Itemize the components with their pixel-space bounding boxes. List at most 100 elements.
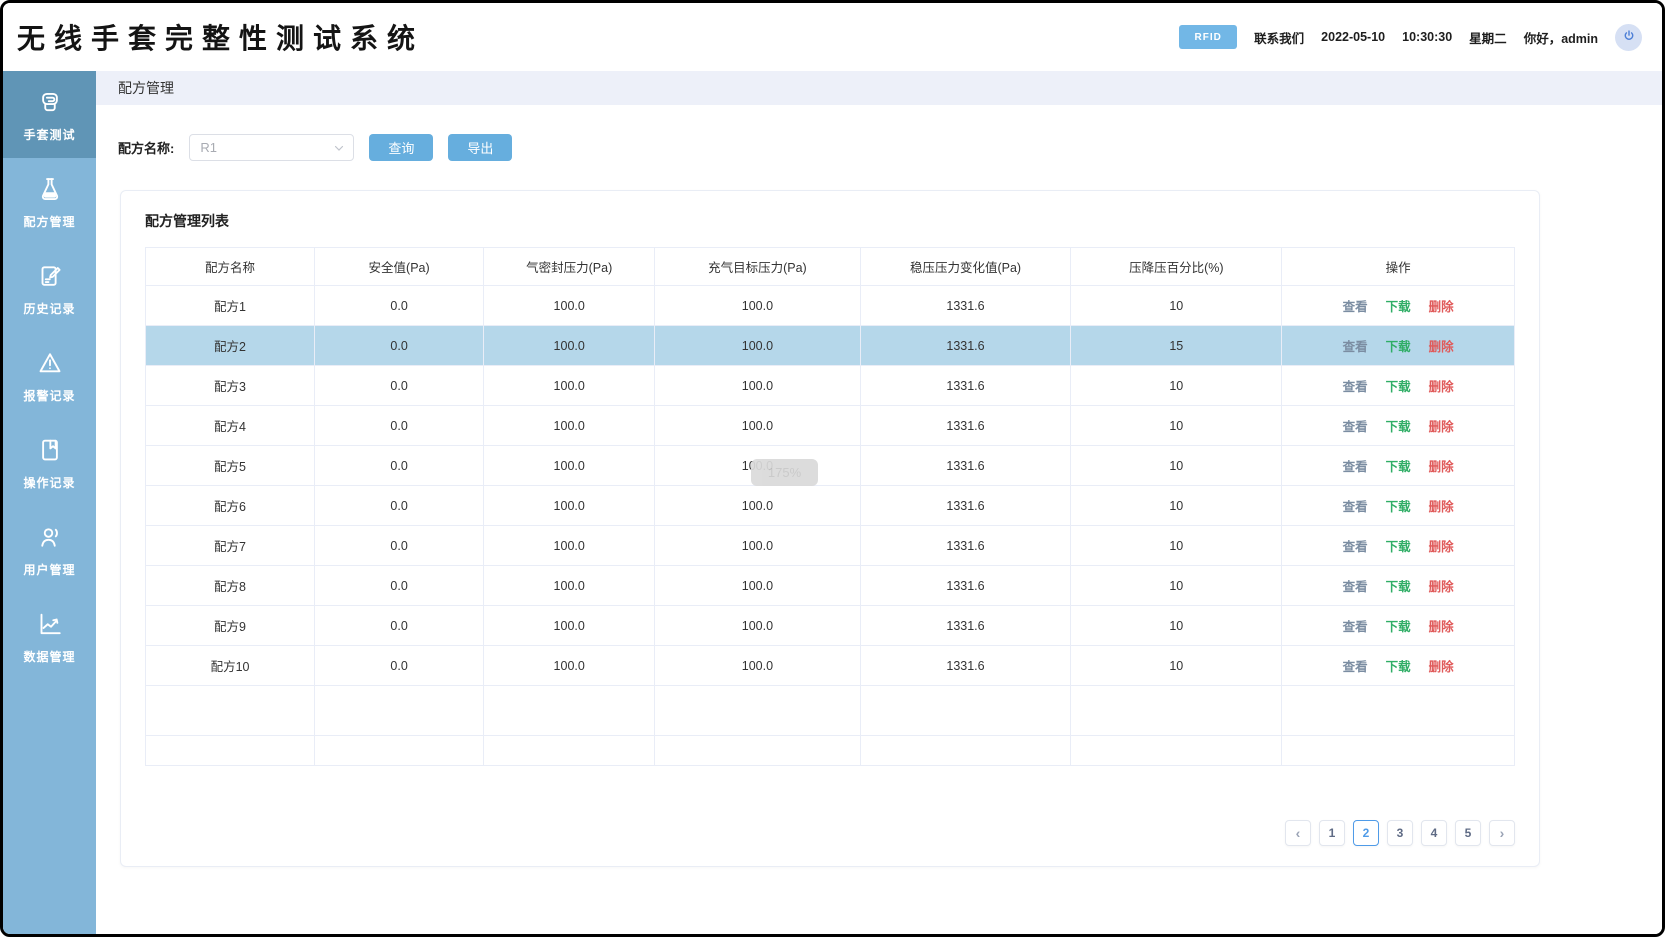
download-link[interactable]: 下载 bbox=[1386, 300, 1411, 314]
cell-change: 1331.6 bbox=[860, 486, 1071, 526]
table-row[interactable]: 配方100.0100.0100.01331.610查看下载删除 bbox=[146, 646, 1515, 686]
download-link[interactable]: 下载 bbox=[1386, 500, 1411, 514]
view-link[interactable]: 查看 bbox=[1343, 660, 1368, 674]
delete-link[interactable]: 删除 bbox=[1429, 540, 1454, 554]
cell-change: 1331.6 bbox=[860, 366, 1071, 406]
sidebar-item-recipe-management[interactable]: 配方管理 bbox=[3, 158, 96, 245]
cell-percent: 10 bbox=[1071, 526, 1282, 566]
download-link[interactable]: 下载 bbox=[1386, 380, 1411, 394]
contact-link[interactable]: 联系我们 bbox=[1254, 28, 1304, 47]
download-link[interactable]: 下载 bbox=[1386, 660, 1411, 674]
cell-name: 配方6 bbox=[146, 486, 315, 526]
sidebar-item-operation-records[interactable]: 操作记录 bbox=[3, 419, 96, 506]
cell-target: 100.0 bbox=[655, 526, 860, 566]
recipe-name-select[interactable]: R1 bbox=[189, 134, 354, 161]
power-icon bbox=[1622, 29, 1636, 46]
sidebar-item-glove-test[interactable]: 手套测试 bbox=[3, 71, 96, 158]
sidebar-item-alarm-records[interactable]: 报警记录 bbox=[3, 332, 96, 419]
cell-percent: 10 bbox=[1071, 486, 1282, 526]
cell-target: 100.0 bbox=[655, 366, 860, 406]
delete-link[interactable]: 删除 bbox=[1429, 300, 1454, 314]
column-header: 配方名称 bbox=[146, 248, 315, 286]
pagination-page-1[interactable]: 1 bbox=[1319, 820, 1345, 846]
table-row[interactable]: 配方40.0100.0100.01331.610查看下载删除 bbox=[146, 406, 1515, 446]
cell-safety: 0.0 bbox=[315, 406, 484, 446]
cell-change: 1331.6 bbox=[860, 526, 1071, 566]
view-link[interactable]: 查看 bbox=[1343, 620, 1368, 634]
query-button[interactable]: 查询 bbox=[369, 134, 433, 161]
table-row[interactable]: 配方70.0100.0100.01331.610查看下载删除 bbox=[146, 526, 1515, 566]
delete-link[interactable]: 删除 bbox=[1429, 620, 1454, 634]
cell-name: 配方8 bbox=[146, 566, 315, 606]
cell-target: 100.0 bbox=[655, 646, 860, 686]
cell-safety: 0.0 bbox=[315, 486, 484, 526]
pagination-page-5[interactable]: 5 bbox=[1455, 820, 1481, 846]
cell-safety: 0.0 bbox=[315, 646, 484, 686]
power-button[interactable] bbox=[1615, 24, 1642, 51]
cell-change: 1331.6 bbox=[860, 606, 1071, 646]
delete-link[interactable]: 删除 bbox=[1429, 580, 1454, 594]
header-weekday: 星期二 bbox=[1469, 28, 1507, 47]
cell-actions: 查看 下载 删除 bbox=[1282, 606, 1515, 646]
table-row[interactable]: 配方30.0100.0100.01331.610查看下载删除 bbox=[146, 366, 1515, 406]
column-header: 充气目标压力(Pa) bbox=[655, 248, 860, 286]
download-link[interactable]: 下载 bbox=[1386, 420, 1411, 434]
breadcrumb: 配方管理 bbox=[96, 71, 1662, 105]
cell-name: 配方1 bbox=[146, 286, 315, 326]
cell-seal: 100.0 bbox=[484, 566, 655, 606]
pagination-prev[interactable]: ‹ bbox=[1285, 820, 1311, 846]
view-link[interactable]: 查看 bbox=[1343, 380, 1368, 394]
pagination-next[interactable]: › bbox=[1489, 820, 1515, 846]
cell-safety: 0.0 bbox=[315, 566, 484, 606]
pagination-page-4[interactable]: 4 bbox=[1421, 820, 1447, 846]
delete-link[interactable]: 删除 bbox=[1429, 460, 1454, 474]
pagination-page-2[interactable]: 2 bbox=[1353, 820, 1379, 846]
delete-link[interactable]: 删除 bbox=[1429, 660, 1454, 674]
view-link[interactable]: 查看 bbox=[1343, 300, 1368, 314]
download-link[interactable]: 下载 bbox=[1386, 580, 1411, 594]
table-row[interactable]: 配方20.0100.0100.01331.615查看下载删除 bbox=[146, 326, 1515, 366]
download-link[interactable]: 下载 bbox=[1386, 540, 1411, 554]
app-header: 无线手套完整性测试系统 RFID 联系我们 2022-05-10 10:30:3… bbox=[3, 3, 1662, 71]
sidebar-item-label: 报警记录 bbox=[23, 387, 75, 404]
table-row[interactable]: 配方80.0100.0100.01331.610查看下载删除 bbox=[146, 566, 1515, 606]
table-row[interactable]: 配方60.0100.0100.01331.610查看下载删除 bbox=[146, 486, 1515, 526]
view-link[interactable]: 查看 bbox=[1343, 580, 1368, 594]
cell-safety: 0.0 bbox=[315, 606, 484, 646]
export-button[interactable]: 导出 bbox=[448, 134, 512, 161]
sidebar-item-user-management[interactable]: 用户管理 bbox=[3, 506, 96, 593]
download-link[interactable]: 下载 bbox=[1386, 460, 1411, 474]
body-row: 手套测试配方管理历史记录报警记录操作记录用户管理数据管理 配方管理 配方名称: … bbox=[3, 71, 1662, 934]
cell-change: 1331.6 bbox=[860, 286, 1071, 326]
table-row[interactable]: 配方50.0100.0100.01331.610查看下载删除 bbox=[146, 446, 1515, 486]
cell-target: 100.0 bbox=[655, 566, 860, 606]
sidebar-item-history-records[interactable]: 历史记录 bbox=[3, 245, 96, 332]
download-link[interactable]: 下载 bbox=[1386, 620, 1411, 634]
flask-icon bbox=[35, 174, 65, 204]
empty-table-row bbox=[146, 736, 1515, 766]
sidebar-item-data-management[interactable]: 数据管理 bbox=[3, 593, 96, 680]
header-greeting: 你好，admin bbox=[1524, 28, 1598, 47]
pagination-page-3[interactable]: 3 bbox=[1387, 820, 1413, 846]
view-link[interactable]: 查看 bbox=[1343, 540, 1368, 554]
delete-link[interactable]: 删除 bbox=[1429, 340, 1454, 354]
delete-link[interactable]: 删除 bbox=[1429, 500, 1454, 514]
view-link[interactable]: 查看 bbox=[1343, 340, 1368, 354]
sidebar-item-label: 操作记录 bbox=[23, 474, 75, 491]
table-row[interactable]: 配方90.0100.0100.01331.610查看下载删除 bbox=[146, 606, 1515, 646]
table-row[interactable]: 配方10.0100.0100.01331.610查看下载删除 bbox=[146, 286, 1515, 326]
rfid-button[interactable]: RFID bbox=[1179, 25, 1237, 49]
main-content: 配方管理 配方名称: R1 查询 导出 配方管理列表 bbox=[96, 71, 1662, 934]
view-link[interactable]: 查看 bbox=[1343, 500, 1368, 514]
download-link[interactable]: 下载 bbox=[1386, 340, 1411, 354]
cell-actions: 查看 下载 删除 bbox=[1282, 326, 1515, 366]
cell-change: 1331.6 bbox=[860, 566, 1071, 606]
cell-percent: 10 bbox=[1071, 606, 1282, 646]
delete-link[interactable]: 删除 bbox=[1429, 420, 1454, 434]
view-link[interactable]: 查看 bbox=[1343, 460, 1368, 474]
delete-link[interactable]: 删除 bbox=[1429, 380, 1454, 394]
view-link[interactable]: 查看 bbox=[1343, 420, 1368, 434]
cell-seal: 100.0 bbox=[484, 366, 655, 406]
cell-name: 配方3 bbox=[146, 366, 315, 406]
cell-seal: 100.0 bbox=[484, 486, 655, 526]
